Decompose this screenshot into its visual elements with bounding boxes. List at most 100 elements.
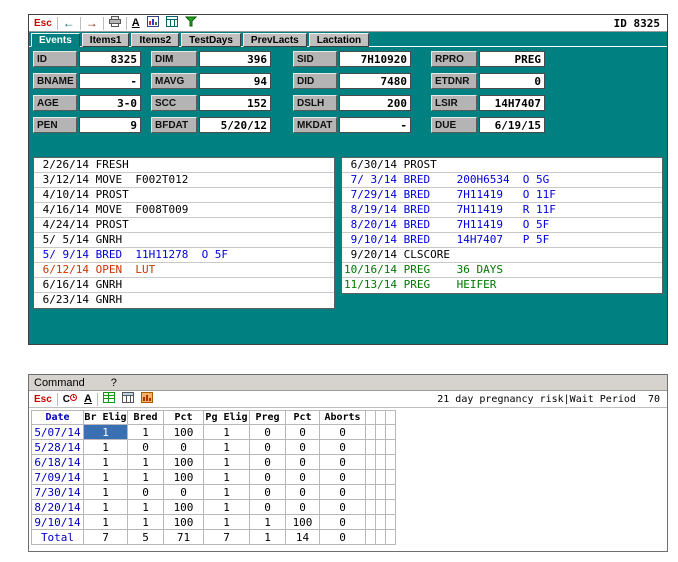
cell[interactable]: 1 bbox=[84, 470, 128, 485]
cell[interactable]: 1 bbox=[250, 530, 286, 545]
column-header-pct[interactable]: Pct bbox=[164, 411, 204, 425]
event-row[interactable]: 6/12/14 OPEN LUT bbox=[34, 263, 334, 278]
cell[interactable]: 0 bbox=[320, 485, 366, 500]
font-button[interactable]: A bbox=[82, 392, 94, 407]
cell[interactable]: 100 bbox=[164, 455, 204, 470]
cell[interactable]: 1 bbox=[204, 425, 250, 440]
menu-help[interactable]: ? bbox=[111, 377, 117, 389]
cell[interactable]: 0 bbox=[128, 485, 164, 500]
table-button[interactable] bbox=[120, 392, 136, 407]
cell[interactable]: 1 bbox=[84, 455, 128, 470]
cell[interactable]: 100 bbox=[164, 500, 204, 515]
cell[interactable]: 0 bbox=[250, 425, 286, 440]
cell[interactable]: 0 bbox=[320, 455, 366, 470]
column-header-date[interactable]: Date bbox=[32, 411, 84, 425]
esc-button[interactable]: Esc bbox=[32, 16, 54, 31]
cell[interactable]: 0 bbox=[320, 515, 366, 530]
grid-green-button[interactable] bbox=[101, 392, 117, 407]
cell[interactable]: 0 bbox=[320, 470, 366, 485]
cell-date[interactable]: 9/10/14 bbox=[32, 515, 84, 530]
cell[interactable]: 0 bbox=[250, 470, 286, 485]
tab-testdays[interactable]: TestDays bbox=[181, 33, 241, 47]
event-row[interactable]: 6/23/14 GNRH bbox=[34, 293, 334, 308]
tab-events[interactable]: Events bbox=[31, 33, 80, 47]
cell[interactable]: 1 bbox=[250, 515, 286, 530]
cell[interactable]: 0 bbox=[286, 500, 320, 515]
cell[interactable]: 1 bbox=[128, 470, 164, 485]
cell[interactable]: 14 bbox=[286, 530, 320, 545]
event-row[interactable]: 7/29/14 BRED 7H11419 O 11F bbox=[342, 188, 662, 203]
filter-button[interactable] bbox=[183, 16, 199, 31]
cell[interactable]: 71 bbox=[164, 530, 204, 545]
cell[interactable]: 0 bbox=[286, 485, 320, 500]
event-row[interactable]: 4/10/14 PROST bbox=[34, 188, 334, 203]
event-row[interactable]: 9/10/14 BRED 14H7407 P 5F bbox=[342, 233, 662, 248]
cell[interactable]: 1 bbox=[204, 455, 250, 470]
cell[interactable]: 100 bbox=[164, 470, 204, 485]
event-row[interactable]: 8/19/14 BRED 7H11419 R 11F bbox=[342, 203, 662, 218]
cell[interactable]: 0 bbox=[320, 440, 366, 455]
clock-c-button[interactable]: C bbox=[61, 392, 79, 407]
event-row[interactable]: 11/13/14 PREG HEIFER bbox=[342, 278, 662, 293]
menu-command[interactable]: Command bbox=[34, 377, 85, 389]
cell[interactable]: 1 bbox=[128, 455, 164, 470]
cell-date[interactable]: 7/09/14 bbox=[32, 470, 84, 485]
column-header-bred[interactable]: Bred bbox=[128, 411, 164, 425]
cell[interactable]: 0 bbox=[320, 500, 366, 515]
column-header-br-elig[interactable]: Br Elig bbox=[84, 411, 128, 425]
event-row[interactable]: 9/20/14 CLSCORE bbox=[342, 248, 662, 263]
tab-lactation[interactable]: Lactation bbox=[308, 33, 370, 47]
column-header-pct2[interactable]: Pct bbox=[286, 411, 320, 425]
cell[interactable]: 0 bbox=[320, 530, 366, 545]
event-row[interactable]: 3/12/14 MOVE F002T012 bbox=[34, 173, 334, 188]
cell[interactable]: 0 bbox=[250, 485, 286, 500]
column-header-preg[interactable]: Preg bbox=[250, 411, 286, 425]
cell[interactable]: 0 bbox=[250, 455, 286, 470]
cell[interactable]: 1 bbox=[204, 515, 250, 530]
cell[interactable]: 1 bbox=[128, 515, 164, 530]
cell[interactable]: 1 bbox=[84, 515, 128, 530]
cell[interactable]: 100 bbox=[286, 515, 320, 530]
column-header-pg-elig[interactable]: Pg Elig bbox=[204, 411, 250, 425]
font-button[interactable]: A bbox=[130, 16, 142, 31]
next-cow-button[interactable]: → bbox=[84, 16, 100, 31]
cell[interactable]: 100 bbox=[164, 515, 204, 530]
cell[interactable]: 5 bbox=[128, 530, 164, 545]
cell[interactable]: 0 bbox=[286, 470, 320, 485]
cell-date[interactable]: 7/30/14 bbox=[32, 485, 84, 500]
cell[interactable]: 0 bbox=[286, 455, 320, 470]
cell[interactable]: 0 bbox=[164, 440, 204, 455]
cell[interactable]: 1 bbox=[204, 470, 250, 485]
cell[interactable]: 0 bbox=[286, 440, 320, 455]
cell[interactable]: 0 bbox=[128, 440, 164, 455]
cell[interactable]: 7 bbox=[204, 530, 250, 545]
event-row[interactable]: 5/ 5/14 GNRH bbox=[34, 233, 334, 248]
chart-orange-button[interactable] bbox=[139, 392, 155, 407]
event-row[interactable]: 8/20/14 BRED 7H11419 O 5F bbox=[342, 218, 662, 233]
event-row[interactable]: 10/16/14 PREG 36 DAYS bbox=[342, 263, 662, 278]
cell-selected[interactable]: 1 bbox=[84, 425, 128, 440]
cell-total-label[interactable]: Total bbox=[32, 530, 84, 545]
cell-date[interactable]: 5/07/14 bbox=[32, 425, 84, 440]
cell[interactable]: 1 bbox=[84, 485, 128, 500]
event-row[interactable]: 7/ 3/14 BRED 200H6534 O 5G bbox=[342, 173, 662, 188]
event-row[interactable]: 4/24/14 PROST bbox=[34, 218, 334, 233]
prev-cow-button[interactable]: ← bbox=[61, 16, 77, 31]
cell-date[interactable]: 8/20/14 bbox=[32, 500, 84, 515]
event-row[interactable]: 6/16/14 GNRH bbox=[34, 278, 334, 293]
cell[interactable]: 0 bbox=[250, 440, 286, 455]
cell[interactable]: 0 bbox=[286, 425, 320, 440]
cell-date[interactable]: 6/18/14 bbox=[32, 455, 84, 470]
column-header-aborts[interactable]: Aborts bbox=[320, 411, 366, 425]
tab-items1[interactable]: Items1 bbox=[81, 33, 130, 47]
grid-button[interactable] bbox=[164, 16, 180, 31]
cell[interactable]: 7 bbox=[84, 530, 128, 545]
cell[interactable]: 1 bbox=[84, 440, 128, 455]
chart-button[interactable] bbox=[145, 16, 161, 31]
tab-prevlacts[interactable]: PrevLacts bbox=[242, 33, 307, 47]
event-row[interactable]: 6/30/14 PROST bbox=[342, 158, 662, 173]
cell[interactable]: 0 bbox=[320, 425, 366, 440]
cell[interactable]: 100 bbox=[164, 425, 204, 440]
cell[interactable]: 0 bbox=[250, 500, 286, 515]
cell[interactable]: 1 bbox=[128, 500, 164, 515]
